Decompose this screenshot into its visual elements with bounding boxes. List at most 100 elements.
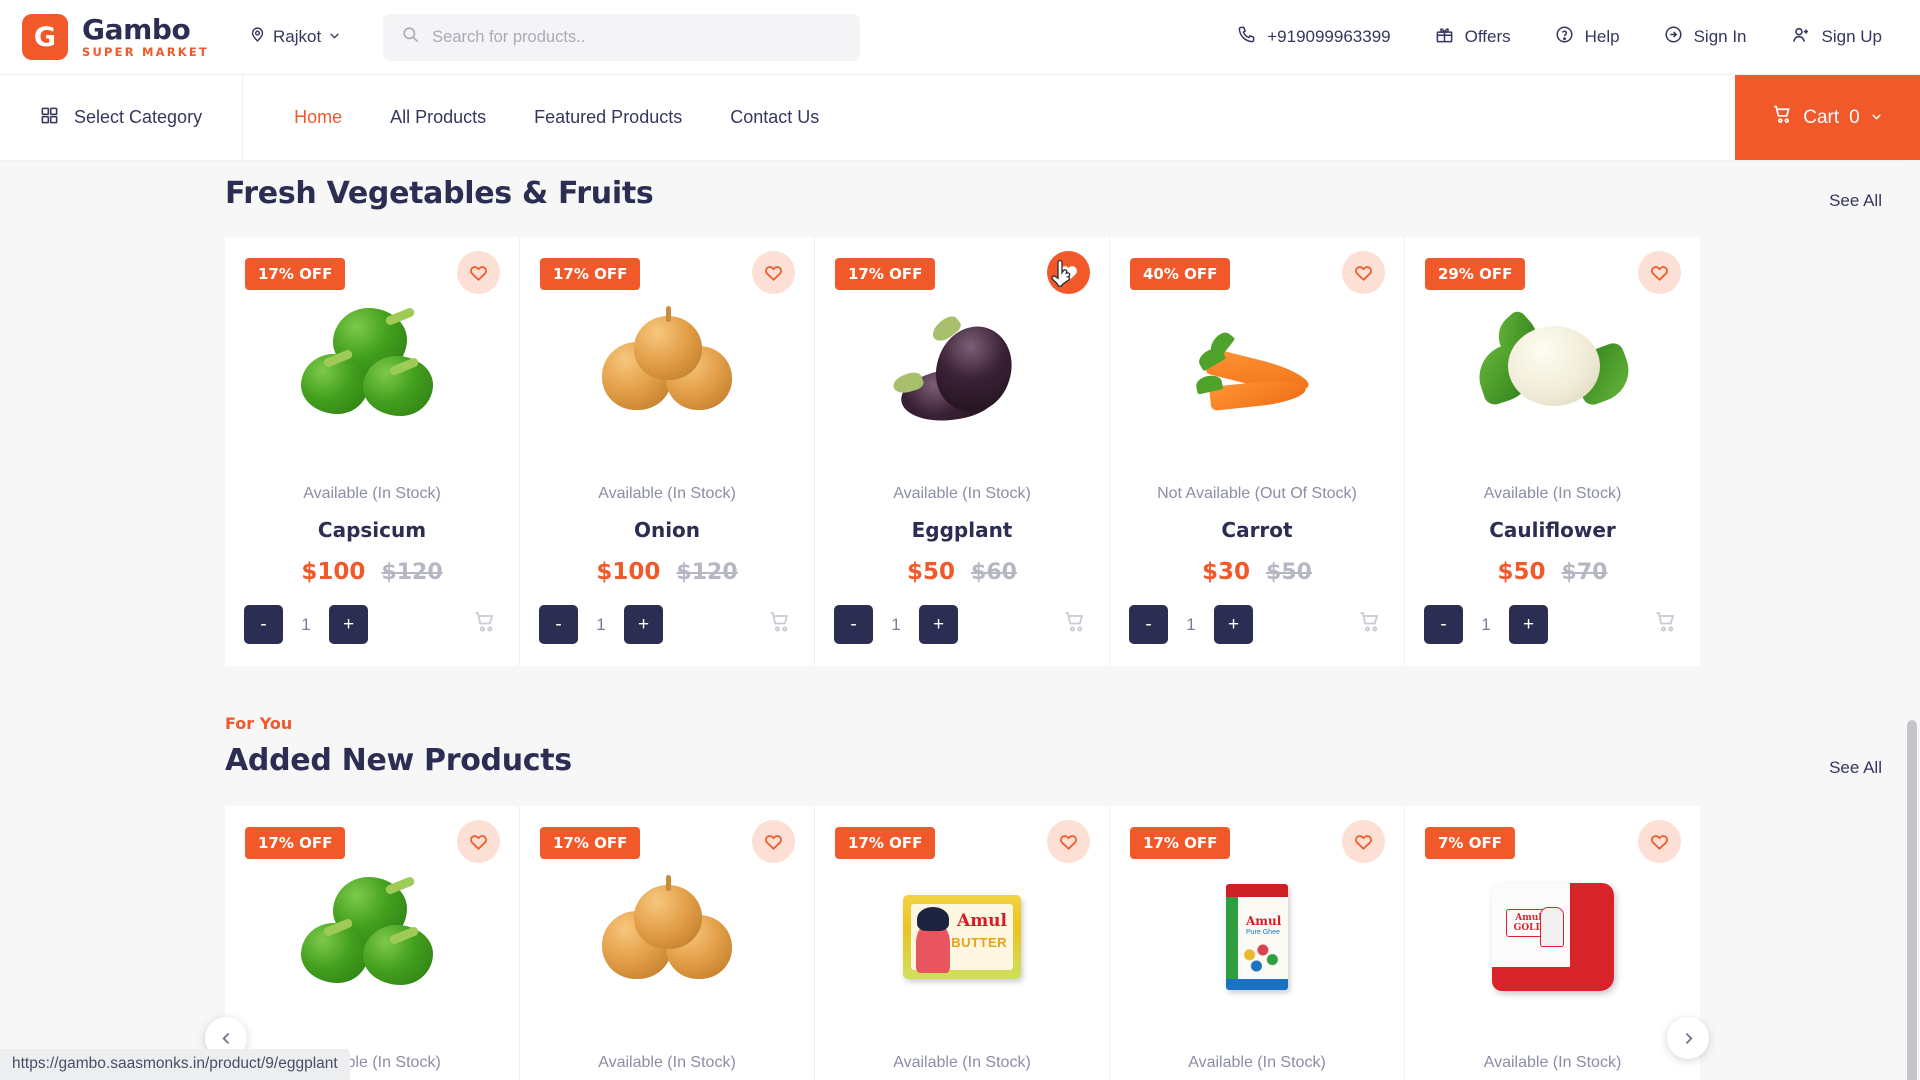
help-label: Help	[1584, 27, 1620, 46]
product-card[interactable]: 17% OFF	[520, 237, 815, 666]
cart-label: Cart	[1803, 106, 1840, 128]
increase-quantity-button[interactable]: +	[1214, 605, 1253, 644]
product-body: Available (In Stock)	[1110, 1054, 1404, 1080]
gift-icon	[1435, 25, 1454, 49]
product-card[interactable]: 17% OFF Amul BUTTER Available (In Stock)	[815, 806, 1110, 1080]
page-content: Fresh Vegetables & Fruits See All 17% OF…	[0, 160, 1920, 1080]
increase-quantity-button[interactable]: +	[329, 605, 368, 644]
main-navigation: Select Category Home All Products Featur…	[0, 74, 1920, 160]
decrease-quantity-button[interactable]: -	[834, 605, 873, 644]
quantity-stepper: - 1 +	[1124, 605, 1390, 644]
product-media: 7% OFF Amul GOLD	[1405, 806, 1700, 1054]
product-card[interactable]: 7% OFF Amul GOLD Available (In Stock)	[1405, 806, 1700, 1080]
product-name: Capsicum	[317, 518, 427, 542]
add-to-cart-button[interactable]	[1654, 610, 1678, 639]
location-selector[interactable]: Rajkot	[249, 26, 341, 48]
sign-up-link[interactable]: Sign Up	[1791, 25, 1882, 50]
product-body: Available (In Stock) Capsicum $100 $120 …	[225, 485, 519, 666]
quantity-value: 1	[1186, 614, 1196, 634]
offers-label: Offers	[1464, 27, 1511, 46]
carousel-next-button[interactable]	[1667, 1017, 1709, 1059]
search-input[interactable]	[432, 27, 843, 47]
site-header: G Gambo SUPER MARKET Rajkot Search for p…	[0, 0, 1920, 74]
product-name: Cauliflower	[1489, 518, 1616, 542]
add-to-cart-button[interactable]	[768, 610, 792, 639]
cart-icon	[1360, 612, 1379, 632]
product-body: Available (In Stock)	[520, 1054, 814, 1080]
stock-status: Available (In Stock)	[893, 485, 1031, 502]
add-to-cart-button[interactable]	[1358, 610, 1382, 639]
chevron-right-icon	[1685, 1032, 1693, 1044]
quantity-stepper: - 1 +	[1419, 605, 1686, 644]
heart-icon	[1651, 835, 1668, 850]
location-pin-icon	[249, 26, 266, 48]
phone-link[interactable]: +919099963399	[1237, 25, 1391, 49]
product-card[interactable]: 17% OFF	[225, 806, 520, 1080]
heart-icon	[1060, 835, 1077, 850]
add-to-cart-button[interactable]	[1063, 610, 1087, 639]
nav-item-all-products[interactable]: All Products	[390, 107, 486, 128]
cart-button[interactable]: Cart 0	[1735, 75, 1920, 160]
heart-icon	[1355, 266, 1372, 281]
sign-in-label: Sign In	[1693, 27, 1747, 46]
chevron-down-icon	[328, 27, 341, 47]
page-scrollbar[interactable]	[1904, 160, 1920, 1080]
add-to-cart-button[interactable]	[473, 610, 497, 639]
heart-icon	[765, 266, 782, 281]
stock-status: Available (In Stock)	[893, 1054, 1031, 1071]
phone-number: +919099963399	[1267, 27, 1391, 46]
brand-logo[interactable]: G Gambo SUPER MARKET	[22, 14, 209, 60]
heart-icon	[470, 266, 487, 281]
nav-item-featured-products[interactable]: Featured Products	[534, 107, 682, 128]
decrease-quantity-button[interactable]: -	[244, 605, 283, 644]
product-card[interactable]: 17% OFF	[520, 806, 815, 1080]
current-price: $50	[1497, 559, 1546, 585]
cart-icon	[475, 612, 494, 632]
current-price: $100	[596, 559, 661, 585]
offers-link[interactable]: Offers	[1435, 25, 1511, 49]
stock-status: Available (In Stock)	[598, 1054, 736, 1071]
see-all-link[interactable]: See All	[1829, 758, 1882, 778]
heart-icon	[1651, 266, 1668, 281]
increase-quantity-button[interactable]: +	[624, 605, 663, 644]
product-card[interactable]: 17% OFF	[815, 237, 1110, 666]
sign-in-link[interactable]: Sign In	[1664, 25, 1747, 49]
product-body: Available (In Stock) Onion $100 $120 - 1…	[520, 485, 814, 666]
increase-quantity-button[interactable]: +	[1509, 605, 1548, 644]
product-media: 17% OFF	[225, 237, 519, 485]
help-link[interactable]: Help	[1555, 25, 1620, 49]
heart-icon	[1060, 266, 1077, 281]
current-price: $50	[907, 559, 956, 585]
quantity-value: 1	[891, 614, 901, 634]
chevron-down-icon	[1870, 107, 1883, 129]
search-bar[interactable]	[383, 13, 861, 61]
product-name: Eggplant	[911, 518, 1013, 542]
stock-status: Not Available (Out Of Stock)	[1157, 485, 1357, 502]
product-image	[225, 283, 519, 453]
section-header-new-products: For You Added New Products See All	[0, 714, 1920, 778]
product-card[interactable]: 17% OFF	[225, 237, 520, 666]
stock-status: Available (In Stock)	[1483, 485, 1622, 502]
section-title: Added New Products	[225, 743, 572, 778]
select-category-button[interactable]: Select Category	[0, 75, 244, 160]
nav-item-contact-us[interactable]: Contact Us	[730, 107, 819, 128]
current-price: $100	[301, 559, 366, 585]
scrollbar-thumb[interactable]	[1907, 720, 1917, 1080]
phone-icon	[1237, 25, 1256, 49]
product-media: 17% OFF	[520, 237, 814, 485]
product-card[interactable]: 29% OFF Available (In Stock) Cauliflower…	[1405, 237, 1700, 666]
nav-item-home[interactable]: Home	[294, 107, 342, 128]
quantity-value: 1	[301, 614, 311, 634]
see-all-link[interactable]: See All	[1829, 191, 1882, 211]
increase-quantity-button[interactable]: +	[919, 605, 958, 644]
product-image	[1405, 283, 1700, 453]
product-media: 17% OFF	[520, 806, 814, 1054]
product-card[interactable]: 17% OFF Amul Pure Ghee Available (In Sto…	[1110, 806, 1405, 1080]
decrease-quantity-button[interactable]: -	[1129, 605, 1168, 644]
product-media: 17% OFF Amul Pure Ghee	[1110, 806, 1404, 1054]
sign-up-label: Sign Up	[1821, 27, 1882, 46]
decrease-quantity-button[interactable]: -	[539, 605, 578, 644]
decrease-quantity-button[interactable]: -	[1424, 605, 1463, 644]
product-card[interactable]: 40% OFF Not Available (Out Of Stock) Car…	[1110, 237, 1405, 666]
product-body: Available (In Stock)	[1405, 1054, 1700, 1080]
